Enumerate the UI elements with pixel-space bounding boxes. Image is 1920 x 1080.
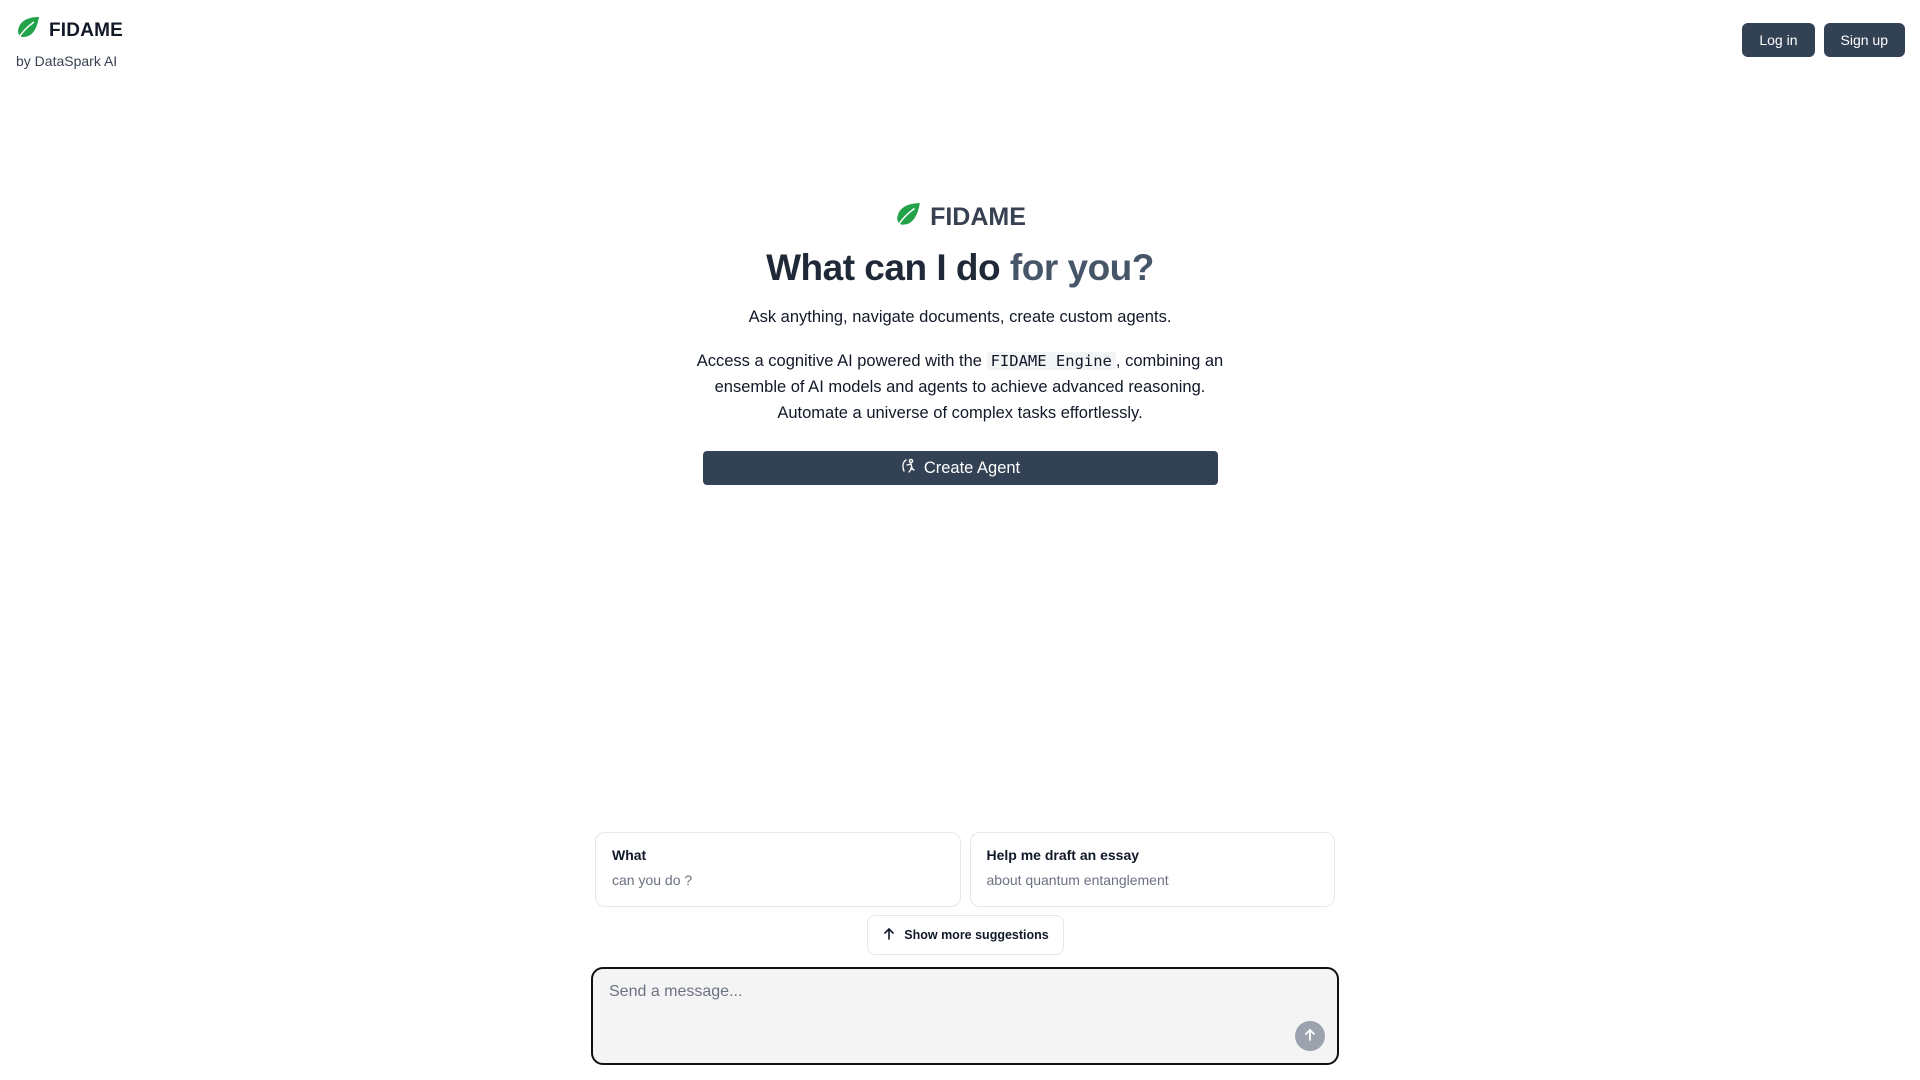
hero-title-part2: for you? [1009, 247, 1154, 288]
hero-tagline: Ask anything, navigate documents, create… [748, 308, 1172, 326]
leaf-icon [894, 202, 922, 233]
auth-actions: Log in Sign up [1742, 23, 1905, 57]
header-brand: FIDAME by DataSpark AI [15, 16, 123, 69]
engine-code: FIDAME Engine [986, 352, 1116, 370]
show-more-suggestions-button[interactable]: Show more suggestions [867, 915, 1064, 955]
brand-name: FIDAME [49, 19, 124, 41]
hero-section: FIDAME What can I do for you? Ask anythi… [0, 202, 1920, 485]
suggestion-title: What [612, 847, 647, 863]
message-input[interactable] [609, 983, 1249, 1043]
suggestion-card[interactable]: What can you do ? [595, 832, 961, 907]
hero-title: What can I do for you? [766, 247, 1154, 289]
hero-logo-name: FIDAME [930, 203, 1026, 231]
hero-title-part1: What can I do [766, 247, 1010, 288]
suggestion-subtitle: can you do ? [612, 872, 693, 888]
suggestion-subtitle: about quantum entanglement [986, 872, 1169, 888]
app-page: FIDAME by DataSpark AI Log in Sign up FI… [0, 0, 1920, 1080]
suggestions-grid: What can you do ? Help me draft an essay… [595, 832, 1335, 907]
arrow-up-icon [1302, 1027, 1318, 1046]
arrow-up-icon [882, 927, 896, 944]
leaf-icon [15, 16, 41, 45]
login-button[interactable]: Log in [1742, 23, 1815, 57]
suggestion-title: Help me draft an essay [986, 847, 1140, 863]
send-button[interactable] [1295, 1021, 1325, 1051]
signup-button[interactable]: Sign up [1823, 23, 1905, 57]
hero-logo: FIDAME [894, 202, 1026, 233]
create-agent-button[interactable]: Create Agent [702, 451, 1218, 485]
agent-icon [900, 458, 916, 479]
suggestion-card[interactable]: Help me draft an essay about quantum ent… [969, 832, 1335, 907]
message-composer [591, 967, 1339, 1065]
create-agent-label: Create Agent [923, 458, 1021, 477]
brand-subtitle: by DataSpark AI [16, 53, 118, 69]
hero-description: Access a cognitive AI powered with the F… [690, 348, 1230, 426]
show-more-label: Show more suggestions [904, 928, 1049, 942]
desc-before: Access a cognitive AI powered with the [696, 352, 987, 370]
